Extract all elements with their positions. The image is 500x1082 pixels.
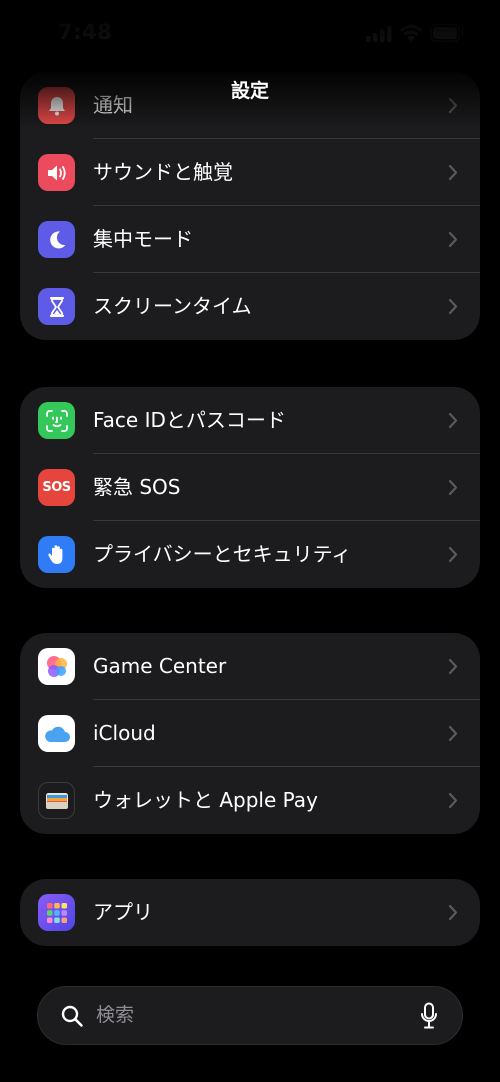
battery-icon xyxy=(430,24,464,42)
wifi-icon xyxy=(399,24,423,42)
status-time: 7:48 xyxy=(58,20,113,44)
settings-group-notifications: 通知 サウンドと触覚 集中モード スクリーンタイム xyxy=(20,72,480,340)
settings-row-wallet-apple-pay[interactable]: ウォレットと Apple Pay xyxy=(20,767,480,834)
row-label: Face IDとパスコード xyxy=(93,408,286,432)
settings-row-screen-time[interactable]: スクリーンタイム xyxy=(20,273,480,340)
settings-group-apps: アプリ xyxy=(20,879,480,946)
row-label: 集中モード xyxy=(93,227,193,251)
chevron-right-icon xyxy=(448,479,458,496)
sos-icon-text: SOS xyxy=(42,480,71,495)
chevron-right-icon xyxy=(448,164,458,181)
settings-row-privacy-security[interactable]: プライバシーとセキュリティ xyxy=(20,521,480,588)
page-title: 設定 xyxy=(230,80,269,102)
row-label: サウンドと触覚 xyxy=(93,160,233,184)
game-center-icon xyxy=(38,648,75,685)
settings-row-emergency-sos[interactable]: SOS 緊急 SOS xyxy=(20,454,480,521)
chevron-right-icon xyxy=(448,792,458,809)
settings-row-game-center[interactable]: Game Center xyxy=(20,633,480,700)
search-placeholder: 検索 xyxy=(96,1004,135,1026)
settings-group-security: Face IDとパスコード SOS 緊急 SOS プライバシーとセキュリティ xyxy=(20,387,480,588)
chevron-right-icon xyxy=(448,546,458,563)
chevron-right-icon xyxy=(448,231,458,248)
row-label: アプリ xyxy=(93,900,153,924)
row-label: プライバシーとセキュリティ xyxy=(93,542,352,566)
face-id-icon xyxy=(38,402,75,439)
settings-row-icloud[interactable]: iCloud xyxy=(20,700,480,767)
settings-group-services: Game Center iCloud ウォレットと Apple Pay xyxy=(20,633,480,834)
hand-icon xyxy=(38,536,75,573)
wallet-icon xyxy=(38,782,75,819)
icloud-icon xyxy=(38,715,75,752)
apps-grid-icon xyxy=(38,894,75,931)
settings-row-focus[interactable]: 集中モード xyxy=(20,206,480,273)
row-label: Game Center xyxy=(93,654,227,678)
chevron-right-icon xyxy=(448,658,458,675)
search-field[interactable]: 検索 xyxy=(37,986,463,1045)
row-label: 緊急 SOS xyxy=(93,475,181,499)
row-label: ウォレットと Apple Pay xyxy=(93,788,318,812)
speaker-icon xyxy=(38,154,75,191)
cellular-signal-icon xyxy=(366,26,392,42)
row-label: iCloud xyxy=(93,721,156,745)
sos-icon: SOS xyxy=(38,469,75,506)
settings-row-sounds-haptics[interactable]: サウンドと触覚 xyxy=(20,139,480,206)
chevron-right-icon xyxy=(448,412,458,429)
chevron-right-icon xyxy=(448,904,458,921)
microphone-icon[interactable] xyxy=(420,1002,438,1030)
hourglass-icon xyxy=(38,288,75,325)
chevron-right-icon xyxy=(448,725,458,742)
status-bar: 7:48 xyxy=(0,0,500,62)
row-label: スクリーンタイム xyxy=(93,294,252,318)
chevron-right-icon xyxy=(448,298,458,315)
settings-row-apps[interactable]: アプリ xyxy=(20,879,480,946)
search-icon xyxy=(61,1005,83,1027)
settings-row-face-id[interactable]: Face IDとパスコード xyxy=(20,387,480,454)
moon-icon xyxy=(38,221,75,258)
